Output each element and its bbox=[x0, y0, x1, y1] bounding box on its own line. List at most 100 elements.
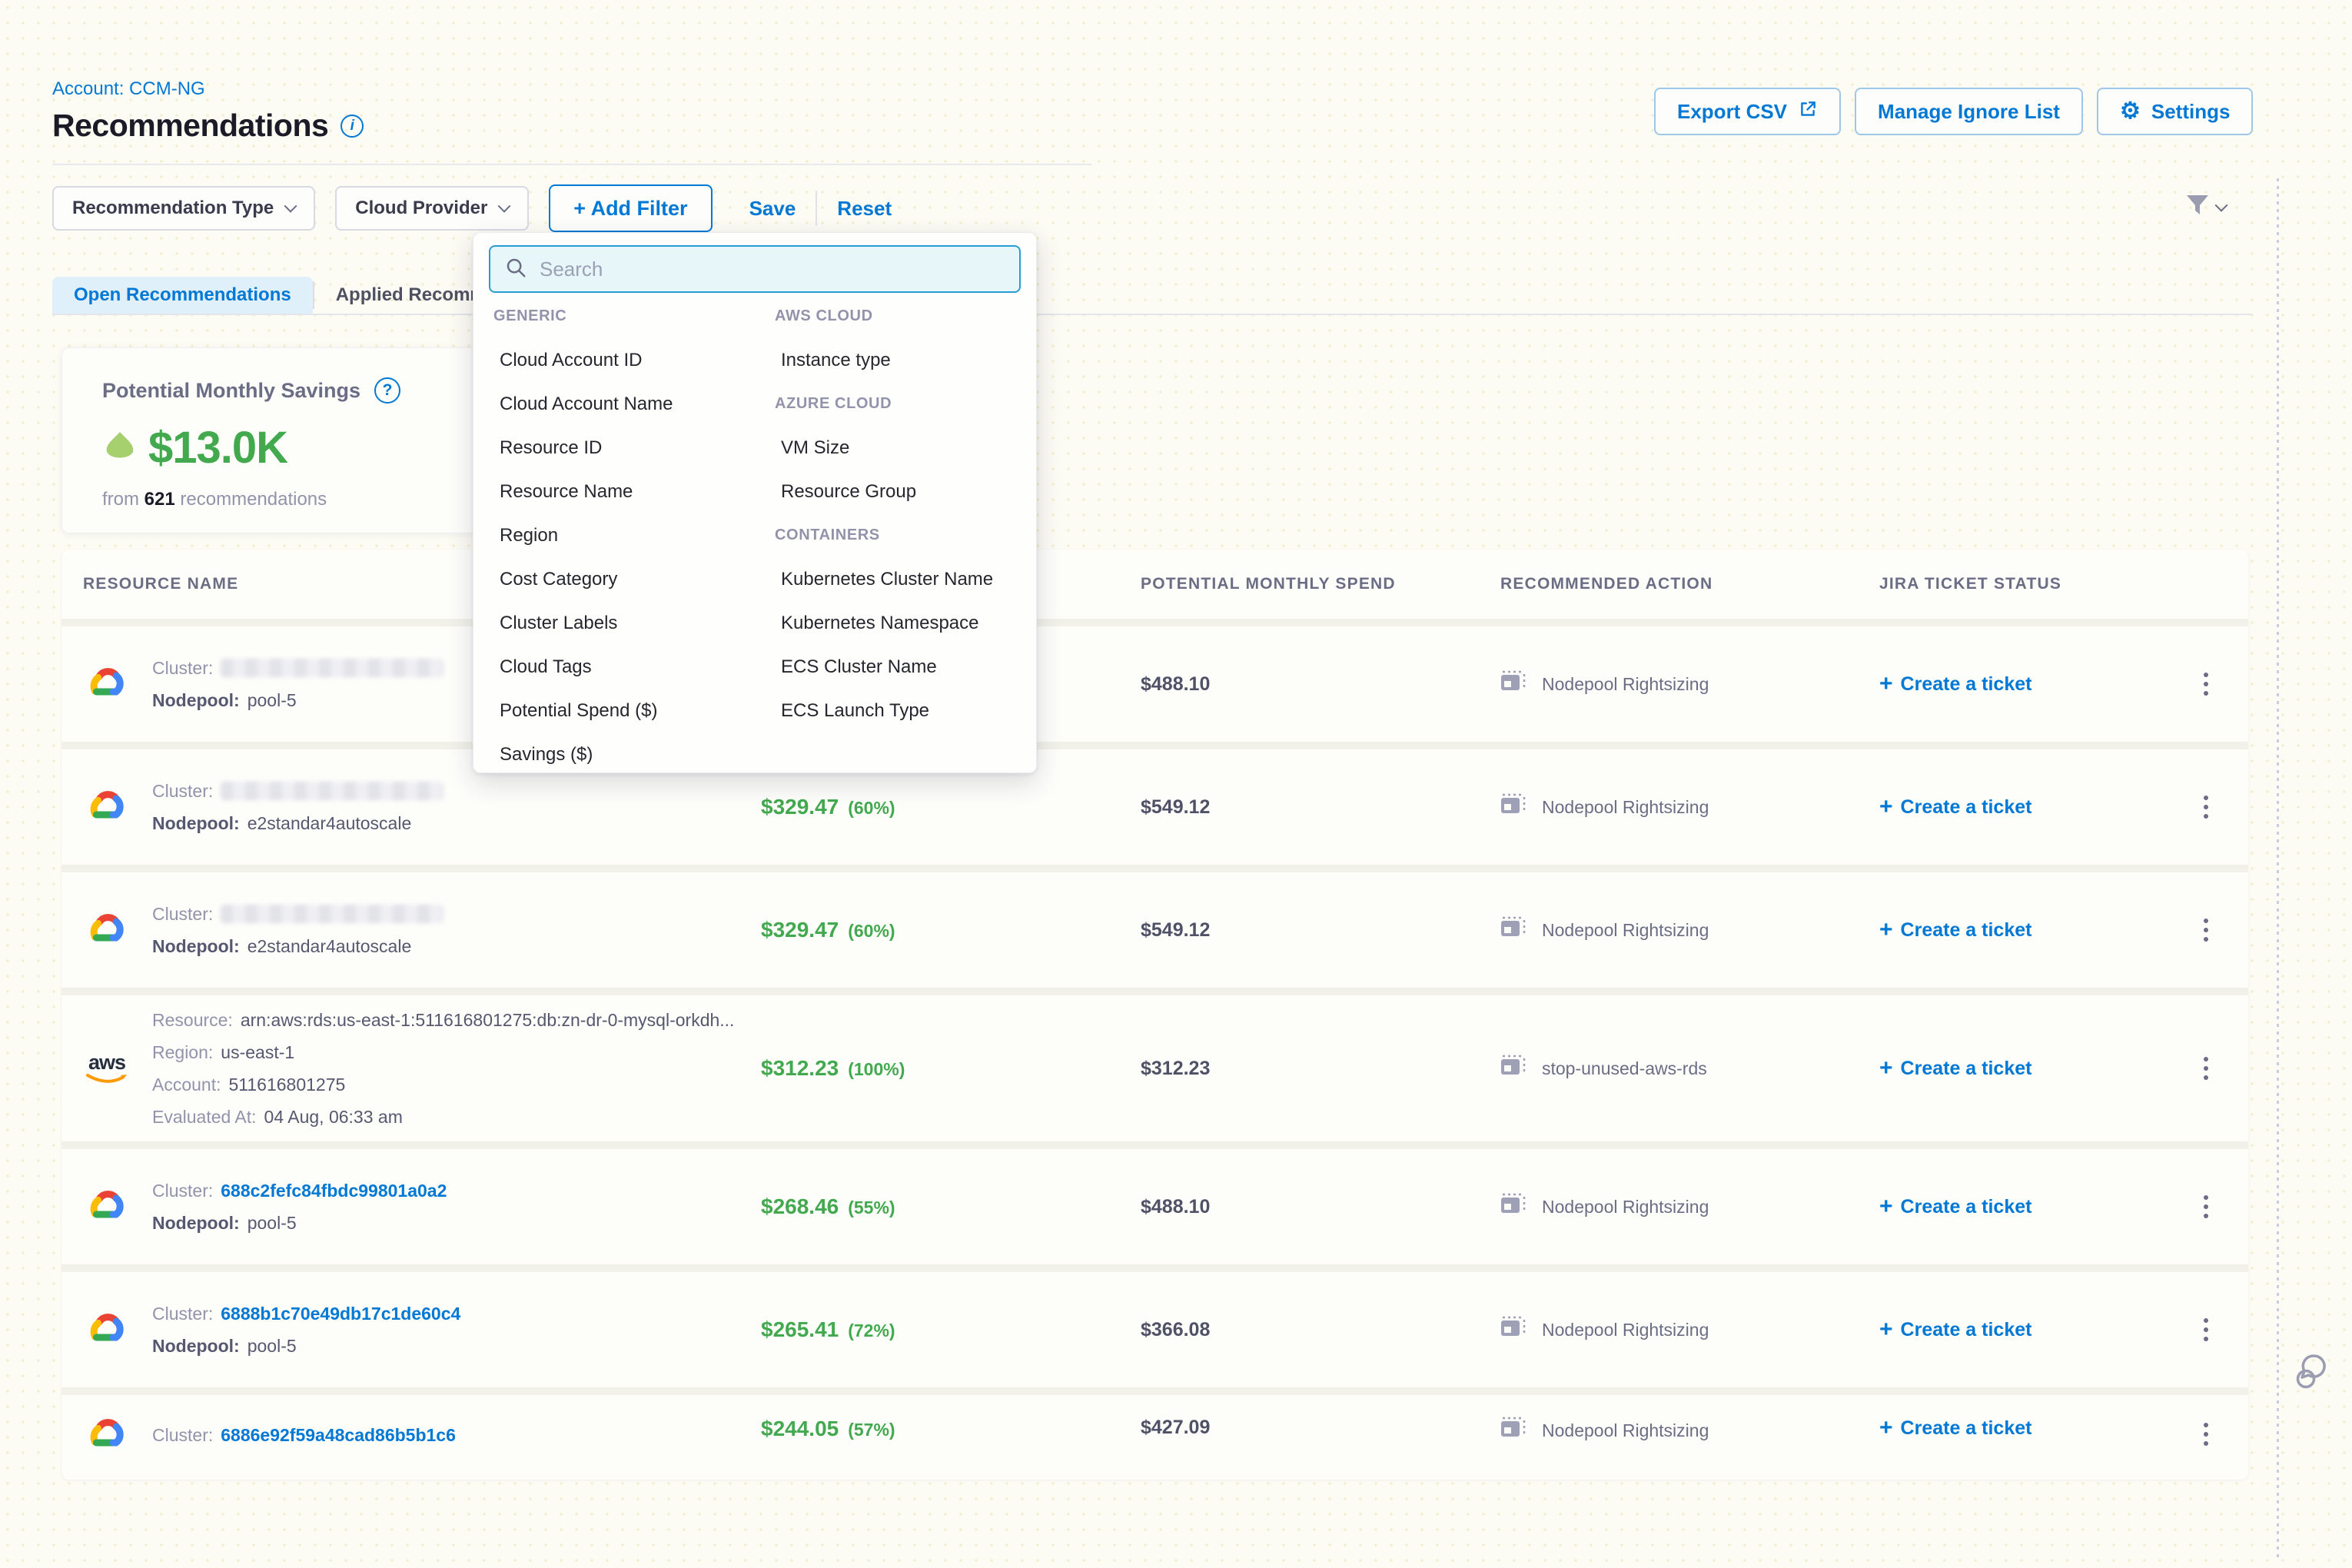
page-title: Recommendations bbox=[52, 108, 328, 144]
filter-option-cloud-tags[interactable]: Cloud Tags bbox=[493, 656, 592, 678]
chat-bubbles-icon[interactable] bbox=[2289, 1347, 2335, 1398]
action-label: Nodepool Rightsizing bbox=[1542, 674, 1709, 695]
scrollbar-track[interactable] bbox=[2277, 178, 2279, 1562]
cluster-link[interactable]: 688c2fefc84fbdc99801a0a2 bbox=[221, 1181, 447, 1201]
plus-icon: + bbox=[1879, 1195, 1893, 1218]
chevron-down-icon bbox=[284, 200, 297, 213]
add-filter-dropdown: GENERIC Cloud Account ID Cloud Account N… bbox=[473, 232, 1037, 773]
spend-cell: $488.10 bbox=[1133, 1196, 1493, 1218]
table-header-row: RESOURCE NAME POTENTIAL MONTHLY SPEND RE… bbox=[61, 550, 2248, 619]
save-filter-button[interactable]: Save bbox=[749, 197, 796, 221]
reset-filter-button[interactable]: Reset bbox=[837, 197, 892, 221]
funnel-icon bbox=[2184, 194, 2211, 221]
recommendation-icon bbox=[1500, 1316, 1528, 1344]
filter-option-potential-spend[interactable]: Potential Spend ($) bbox=[493, 700, 657, 722]
table-row[interactable]: Cluster: Nodepool:pool-5 $488.10 Nodepoo… bbox=[61, 626, 2248, 742]
action-label: Nodepool Rightsizing bbox=[1542, 1420, 1709, 1441]
savings-card-title: Potential Monthly Savings bbox=[102, 379, 360, 403]
filter-option-cloud-account-id[interactable]: Cloud Account ID bbox=[493, 350, 642, 371]
action-cell: Nodepool Rightsizing bbox=[1493, 916, 1872, 944]
manage-ignore-list-label: Manage Ignore List bbox=[1878, 100, 2060, 124]
manage-ignore-list-button[interactable]: Manage Ignore List bbox=[1855, 88, 2083, 135]
create-ticket-button[interactable]: +Create a ticket bbox=[1872, 1417, 2183, 1440]
plus-icon: + bbox=[1879, 796, 1893, 819]
dropdown-search[interactable] bbox=[489, 245, 1021, 293]
gcp-icon bbox=[83, 1188, 131, 1225]
export-csv-button[interactable]: Export CSV bbox=[1654, 88, 1841, 135]
action-cell: Nodepool Rightsizing bbox=[1493, 670, 1872, 698]
cloud-provider-label: Cloud Provider bbox=[355, 198, 487, 219]
savings-subtitle: from 621 recommendations bbox=[102, 489, 480, 510]
filter-option-region[interactable]: Region bbox=[493, 525, 558, 546]
action-label: Nodepool Rightsizing bbox=[1542, 797, 1709, 818]
filter-option-resource-id[interactable]: Resource ID bbox=[493, 437, 602, 459]
table-row[interactable]: Cluster:6888b1c70e49db17c1de60c4 Nodepoo… bbox=[61, 1272, 2248, 1387]
table-row[interactable]: Cluster: Nodepool:e2standar4autoscale $3… bbox=[61, 749, 2248, 865]
group-header-generic: GENERIC bbox=[493, 307, 566, 325]
plus-icon: + bbox=[1879, 1417, 1893, 1440]
account-breadcrumb[interactable]: Account: CCM-NG bbox=[52, 78, 205, 100]
recommendation-icon bbox=[1500, 1417, 1528, 1444]
filter-option-cost-category[interactable]: Cost Category bbox=[493, 569, 617, 590]
gcp-icon bbox=[83, 912, 131, 948]
savings-cell: $329.47(60%) bbox=[753, 918, 1133, 942]
filter-option-savings[interactable]: Savings ($) bbox=[493, 744, 593, 766]
add-filter-button[interactable]: + Add Filter bbox=[549, 184, 712, 232]
create-ticket-button[interactable]: +Create a ticket bbox=[1872, 1195, 2183, 1218]
filter-option-instance-type[interactable]: Instance type bbox=[775, 350, 891, 371]
filter-option-cloud-account-name[interactable]: Cloud Account Name bbox=[493, 394, 673, 415]
filter-option-cluster-labels[interactable]: Cluster Labels bbox=[493, 613, 617, 634]
row-menu-button[interactable] bbox=[2191, 912, 2221, 948]
create-ticket-button[interactable]: +Create a ticket bbox=[1872, 1318, 2183, 1341]
settings-label: Settings bbox=[2151, 100, 2231, 124]
recommendation-icon bbox=[1500, 793, 1528, 821]
filter-option-kubernetes-cluster-name[interactable]: Kubernetes Cluster Name bbox=[775, 569, 993, 590]
row-menu-button[interactable] bbox=[2191, 789, 2221, 825]
search-input[interactable] bbox=[540, 257, 1005, 281]
filter-option-vm-size[interactable]: VM Size bbox=[775, 437, 849, 459]
filter-option-ecs-cluster-name[interactable]: ECS Cluster Name bbox=[775, 656, 937, 678]
chevron-down-icon bbox=[498, 200, 511, 213]
row-menu-button[interactable] bbox=[2191, 666, 2221, 702]
create-ticket-button[interactable]: +Create a ticket bbox=[1872, 796, 2183, 819]
recommendation-type-label: Recommendation Type bbox=[72, 198, 274, 219]
divider bbox=[816, 191, 817, 226]
gcp-icon bbox=[83, 666, 131, 703]
cluster-link[interactable]: 6886e92f59a48cad86b5b1c6 bbox=[221, 1425, 456, 1445]
cloud-provider-filter[interactable]: Cloud Provider bbox=[335, 186, 529, 231]
table-row[interactable]: Cluster: Nodepool:e2standar4autoscale $3… bbox=[61, 872, 2248, 988]
recommendation-type-filter[interactable]: Recommendation Type bbox=[52, 186, 315, 231]
leaf-icon bbox=[102, 430, 138, 465]
info-icon[interactable]: i bbox=[341, 115, 364, 138]
plus-icon: + bbox=[1879, 919, 1893, 942]
filter-option-resource-group[interactable]: Resource Group bbox=[775, 481, 916, 503]
redacted-cluster-name bbox=[221, 782, 443, 800]
filter-option-kubernetes-namespace[interactable]: Kubernetes Namespace bbox=[775, 613, 978, 634]
settings-button[interactable]: ⚙ Settings bbox=[2097, 88, 2253, 135]
group-header-containers: CONTAINERS bbox=[775, 527, 880, 544]
spend-cell: $549.12 bbox=[1133, 796, 1493, 819]
spend-cell: $366.08 bbox=[1133, 1319, 1493, 1341]
spend-cell: $488.10 bbox=[1133, 673, 1493, 696]
row-menu-button[interactable] bbox=[2191, 1417, 2221, 1452]
row-menu-button[interactable] bbox=[2191, 1189, 2221, 1224]
filter-option-ecs-launch-type[interactable]: ECS Launch Type bbox=[775, 700, 929, 722]
cluster-link[interactable]: 6888b1c70e49db17c1de60c4 bbox=[221, 1304, 460, 1324]
tab-open-recommendations[interactable]: Open Recommendations bbox=[52, 277, 313, 314]
savings-cell: $265.41(72%) bbox=[753, 1317, 1133, 1342]
table-row[interactable]: Cluster:6886e92f59a48cad86b5b1c6 $244.05… bbox=[61, 1395, 2248, 1480]
create-ticket-button[interactable]: +Create a ticket bbox=[1872, 1057, 2183, 1080]
table-row[interactable]: aws Resource:arn:aws:rds:us-east-1:51161… bbox=[61, 995, 2248, 1141]
create-ticket-button[interactable]: +Create a ticket bbox=[1872, 919, 2183, 942]
row-menu-button[interactable] bbox=[2191, 1051, 2221, 1086]
spend-cell: $312.23 bbox=[1133, 1058, 1493, 1080]
table-row[interactable]: Cluster:688c2fefc84fbdc99801a0a2 Nodepoo… bbox=[61, 1149, 2248, 1264]
row-menu-button[interactable] bbox=[2191, 1312, 2221, 1347]
action-label: stop-unused-aws-rds bbox=[1542, 1058, 1707, 1079]
help-icon[interactable]: ? bbox=[374, 377, 400, 404]
recommendation-icon bbox=[1500, 1055, 1528, 1082]
filter-option-resource-name[interactable]: Resource Name bbox=[493, 481, 633, 503]
recommendations-tabs: Open Recommendations Applied Recommendat… bbox=[52, 277, 2252, 315]
filter-funnel-button[interactable] bbox=[2184, 194, 2226, 221]
create-ticket-button[interactable]: +Create a ticket bbox=[1872, 673, 2183, 696]
